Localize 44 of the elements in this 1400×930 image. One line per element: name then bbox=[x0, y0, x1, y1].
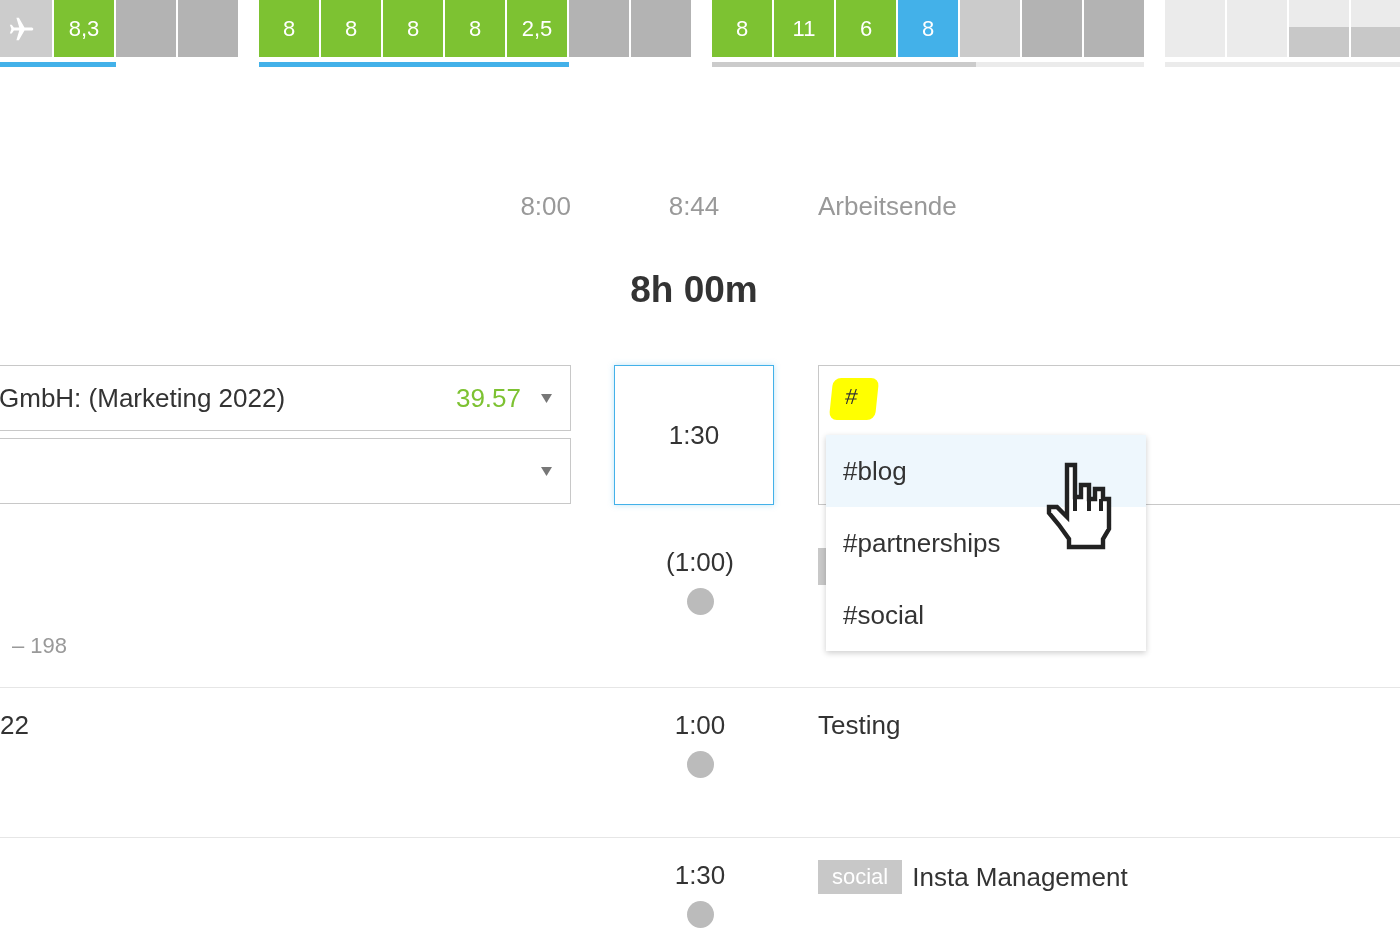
day-cell[interactable] bbox=[569, 0, 629, 57]
day-cell[interactable] bbox=[0, 0, 52, 57]
status-dot bbox=[686, 588, 714, 615]
day-cell[interactable]: 8,3 bbox=[54, 0, 114, 57]
start-time: 8:00 bbox=[519, 191, 571, 222]
caret-icon bbox=[541, 466, 552, 476]
day-cell[interactable]: 11 bbox=[774, 0, 834, 57]
planned-duration: (1:00) bbox=[666, 547, 734, 578]
end-label: Arbeitsende bbox=[818, 191, 958, 222]
entry-project: 22 bbox=[0, 710, 30, 742]
day-cell[interactable] bbox=[1022, 0, 1082, 57]
project-select[interactable]: GmbH: (Marketing 2022) 39.57 bbox=[0, 365, 571, 431]
suggestion-item[interactable]: #social bbox=[826, 579, 1146, 651]
day-cell[interactable]: 8 bbox=[898, 0, 958, 57]
highlighted-text: # bbox=[828, 378, 880, 420]
day-cell[interactable] bbox=[178, 0, 238, 57]
day-cell[interactable]: 2,5 bbox=[507, 0, 567, 57]
day-cell[interactable] bbox=[960, 0, 1020, 57]
current-time: 8:44 bbox=[667, 191, 721, 222]
day-cell[interactable]: 8 bbox=[383, 0, 443, 57]
suggestion-item[interactable]: #blog bbox=[826, 435, 1146, 507]
entry-duration: 1:00 bbox=[674, 710, 726, 741]
day-cell[interactable]: 8 bbox=[712, 0, 772, 57]
day-cell[interactable] bbox=[116, 0, 176, 57]
day-cell[interactable]: 8 bbox=[445, 0, 505, 57]
duration-field[interactable]: 1:30 bbox=[614, 365, 774, 505]
day-cell[interactable] bbox=[631, 0, 691, 57]
status-dot bbox=[686, 901, 714, 928]
day-cell[interactable] bbox=[1084, 0, 1144, 57]
project-meta: – 198 bbox=[11, 633, 69, 659]
budget-value: 39.57 bbox=[455, 382, 521, 414]
total-hours: 8h 00m bbox=[629, 269, 759, 311]
entry-description: Testing bbox=[818, 710, 901, 741]
caret-icon bbox=[541, 393, 552, 403]
task-select[interactable] bbox=[0, 438, 571, 504]
day-cell[interactable] bbox=[1351, 0, 1400, 57]
entry-description: Insta Management bbox=[912, 861, 1128, 893]
day-cell[interactable] bbox=[1289, 0, 1349, 57]
status-dot bbox=[686, 751, 714, 778]
day-cell[interactable]: 8 bbox=[321, 0, 381, 57]
day-cell[interactable]: 8 bbox=[259, 0, 319, 57]
day-cell[interactable]: 6 bbox=[836, 0, 896, 57]
entry-duration: 1:30 bbox=[674, 860, 726, 891]
suggestion-item[interactable]: #partnerships bbox=[826, 507, 1146, 579]
